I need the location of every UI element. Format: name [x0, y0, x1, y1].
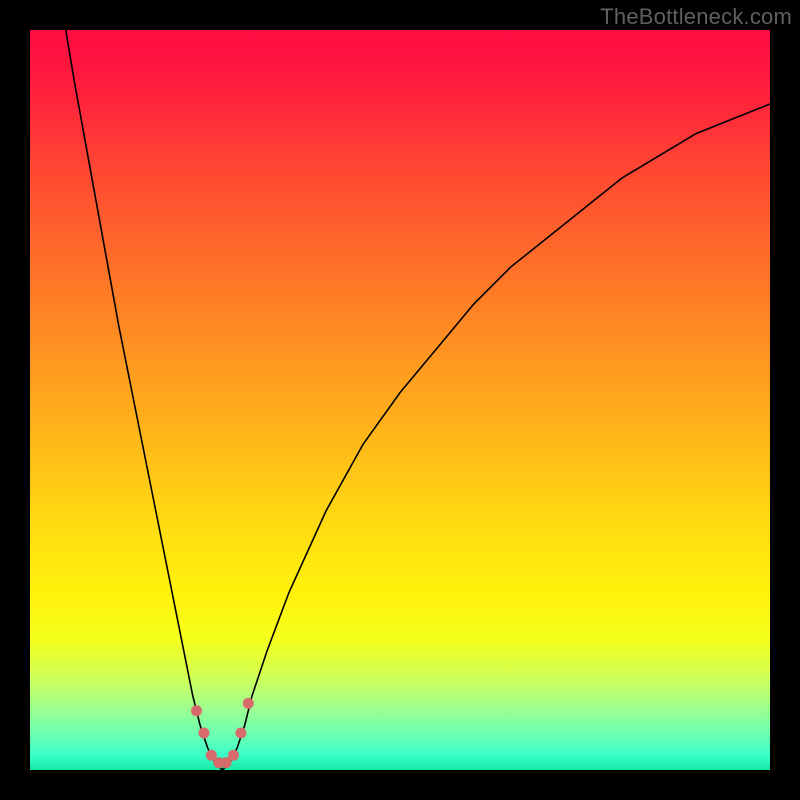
brand-watermark: TheBottleneck.com [600, 4, 792, 30]
marker-dot [243, 698, 254, 709]
chart-frame: TheBottleneck.com [0, 0, 800, 800]
marker-dot [191, 705, 202, 716]
marker-dot [228, 750, 239, 761]
plot-area [30, 30, 770, 770]
bottleneck-curve [30, 30, 770, 770]
marker-dot [198, 728, 209, 739]
marker-dot [235, 728, 246, 739]
